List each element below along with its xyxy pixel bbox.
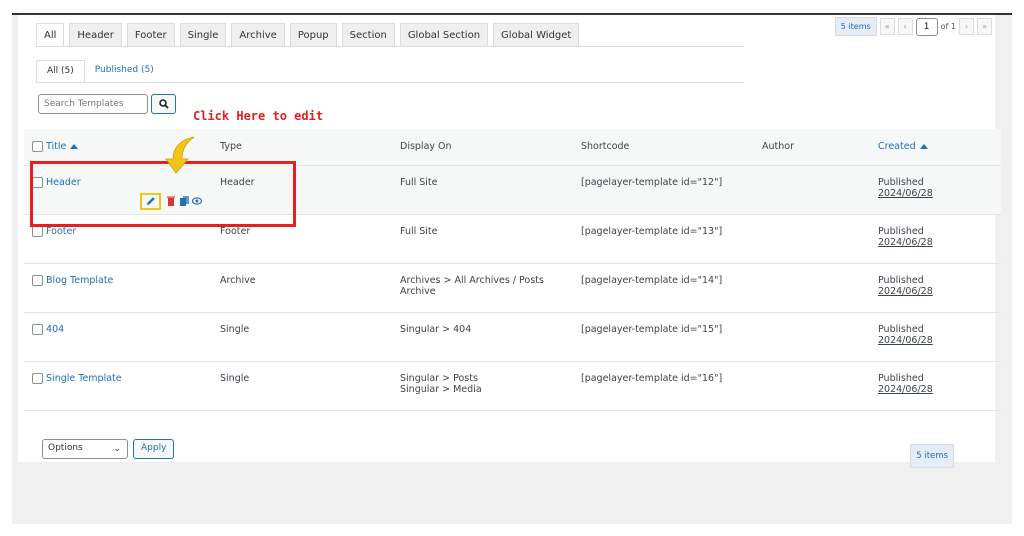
created-date: 2024/06/28 bbox=[878, 285, 933, 297]
type-tabs: All Header Footer Single Archive Popup S… bbox=[36, 23, 580, 47]
template-title-link[interactable]: Single Template bbox=[46, 373, 122, 384]
tab-global-section[interactable]: Global Section bbox=[399, 23, 489, 47]
display-on-column-header: Display On bbox=[392, 129, 573, 166]
search-button[interactable] bbox=[151, 94, 176, 114]
status-text: Published bbox=[878, 372, 924, 384]
status-tab-published[interactable]: Published (5) bbox=[85, 60, 164, 83]
created-date: 2024/06/28 bbox=[878, 236, 933, 248]
created-date: 2024/06/28 bbox=[878, 334, 933, 346]
table-row: Blog Template Archive Archives > All Arc… bbox=[24, 263, 1001, 313]
item-count: 5 items bbox=[834, 17, 877, 36]
display-on-cell: Full Site bbox=[392, 214, 573, 264]
tabs-divider bbox=[36, 46, 744, 47]
bulk-actions: Options ⌄ Apply bbox=[42, 439, 175, 459]
created-cell: Published 2024/06/28 bbox=[870, 361, 1001, 411]
status-text: Published bbox=[878, 274, 924, 286]
current-page-input[interactable]: 1 bbox=[915, 17, 938, 36]
created-cell: Published 2024/06/28 bbox=[870, 165, 1001, 215]
shortcode-cell: [pagelayer-template id="13"] bbox=[573, 214, 754, 264]
row-checkbox[interactable] bbox=[32, 372, 43, 384]
tab-section[interactable]: Section bbox=[341, 23, 395, 47]
shortcode-cell: [pagelayer-template id="12"] bbox=[573, 165, 754, 215]
shortcode-cell: [pagelayer-template id="15"] bbox=[573, 312, 754, 362]
tab-all[interactable]: All bbox=[36, 23, 65, 47]
arrow-icon bbox=[165, 136, 195, 174]
display-on-cell: Archives > All Archives / Posts Archive bbox=[392, 263, 573, 313]
display-on-cell: Full Site bbox=[392, 165, 573, 215]
total-pages: of 1 bbox=[940, 22, 956, 31]
created-date: 2024/06/28 bbox=[878, 383, 933, 395]
highlight-box bbox=[30, 161, 296, 227]
select-all-checkbox[interactable] bbox=[32, 141, 43, 153]
type-cell: Archive bbox=[212, 263, 392, 313]
row-checkbox[interactable] bbox=[32, 225, 43, 237]
status-tabs-divider bbox=[36, 82, 744, 83]
pagination-top: 5 items « ‹ 1 of 1 › » bbox=[834, 17, 992, 36]
tab-global-widget[interactable]: Global Widget bbox=[493, 23, 580, 47]
edit-hint: Click Here to edit bbox=[193, 109, 324, 123]
type-cell: Single bbox=[212, 312, 392, 362]
display-on-cell: Singular > Posts Singular > Media bbox=[392, 361, 573, 411]
author-cell bbox=[754, 165, 870, 215]
row-checkbox[interactable] bbox=[32, 323, 43, 335]
template-title-link[interactable]: Blog Template bbox=[46, 275, 113, 286]
status-tabs: All (5) Published (5) bbox=[36, 60, 164, 83]
display-on-line: Singular > Media bbox=[400, 383, 482, 395]
author-cell bbox=[754, 361, 870, 411]
last-page-button[interactable]: » bbox=[977, 18, 992, 35]
prev-page-button[interactable]: ‹ bbox=[897, 18, 913, 35]
footer-item-count: 5 items bbox=[910, 444, 954, 468]
created-cell: Published 2024/06/28 bbox=[870, 263, 1001, 313]
shortcode-cell: [pagelayer-template id="16"] bbox=[573, 361, 754, 411]
tab-footer[interactable]: Footer bbox=[126, 23, 175, 47]
status-tab-all[interactable]: All (5) bbox=[36, 60, 85, 83]
search-input[interactable]: Search Templates bbox=[38, 94, 148, 114]
created-column-header[interactable]: Created bbox=[878, 141, 916, 152]
template-title-link[interactable]: 404 bbox=[46, 324, 64, 335]
sort-asc-icon bbox=[919, 144, 928, 150]
template-title-link[interactable]: Footer bbox=[46, 226, 76, 237]
type-cell: Single bbox=[212, 361, 392, 411]
author-column-header: Author bbox=[754, 129, 870, 166]
tab-single[interactable]: Single bbox=[179, 23, 227, 47]
page-frame: All Header Footer Single Archive Popup S… bbox=[12, 13, 1012, 524]
row-checkbox[interactable] bbox=[32, 274, 43, 286]
templates-panel: All Header Footer Single Archive Popup S… bbox=[18, 15, 1001, 468]
table-row: Single Template Single Singular > Posts S… bbox=[24, 361, 1001, 411]
table-row: 404 Single Singular > 404 [pagelayer-tem… bbox=[24, 312, 1001, 362]
author-cell bbox=[754, 312, 870, 362]
created-cell: Published 2024/06/28 bbox=[870, 312, 1001, 362]
shortcode-column-header: Shortcode bbox=[573, 129, 754, 166]
apply-button[interactable]: Apply bbox=[133, 439, 175, 459]
status-text: Published bbox=[878, 225, 924, 237]
chevron-down-icon: ⌄ bbox=[113, 444, 121, 454]
sort-asc-icon bbox=[70, 144, 79, 150]
tab-popup[interactable]: Popup bbox=[289, 23, 337, 47]
bulk-action-select[interactable]: Options ⌄ bbox=[42, 439, 128, 459]
search-icon bbox=[158, 99, 169, 109]
created-date: 2024/06/28 bbox=[878, 187, 933, 199]
status-text: Published bbox=[878, 176, 924, 188]
created-cell: Published 2024/06/28 bbox=[870, 214, 1001, 264]
display-on-cell: Singular > 404 bbox=[392, 312, 573, 362]
status-text: Published bbox=[878, 323, 924, 335]
first-page-button[interactable]: « bbox=[879, 18, 895, 35]
shortcode-cell: [pagelayer-template id="14"] bbox=[573, 263, 754, 313]
tab-header[interactable]: Header bbox=[69, 23, 122, 47]
next-page-button[interactable]: › bbox=[959, 18, 974, 35]
author-cell bbox=[754, 214, 870, 264]
author-cell bbox=[754, 263, 870, 313]
type-column-header: Type bbox=[212, 129, 392, 166]
tab-archive[interactable]: Archive bbox=[231, 23, 285, 47]
title-column-header[interactable]: Title bbox=[46, 141, 66, 152]
display-on-line: Singular > Posts bbox=[400, 372, 478, 384]
